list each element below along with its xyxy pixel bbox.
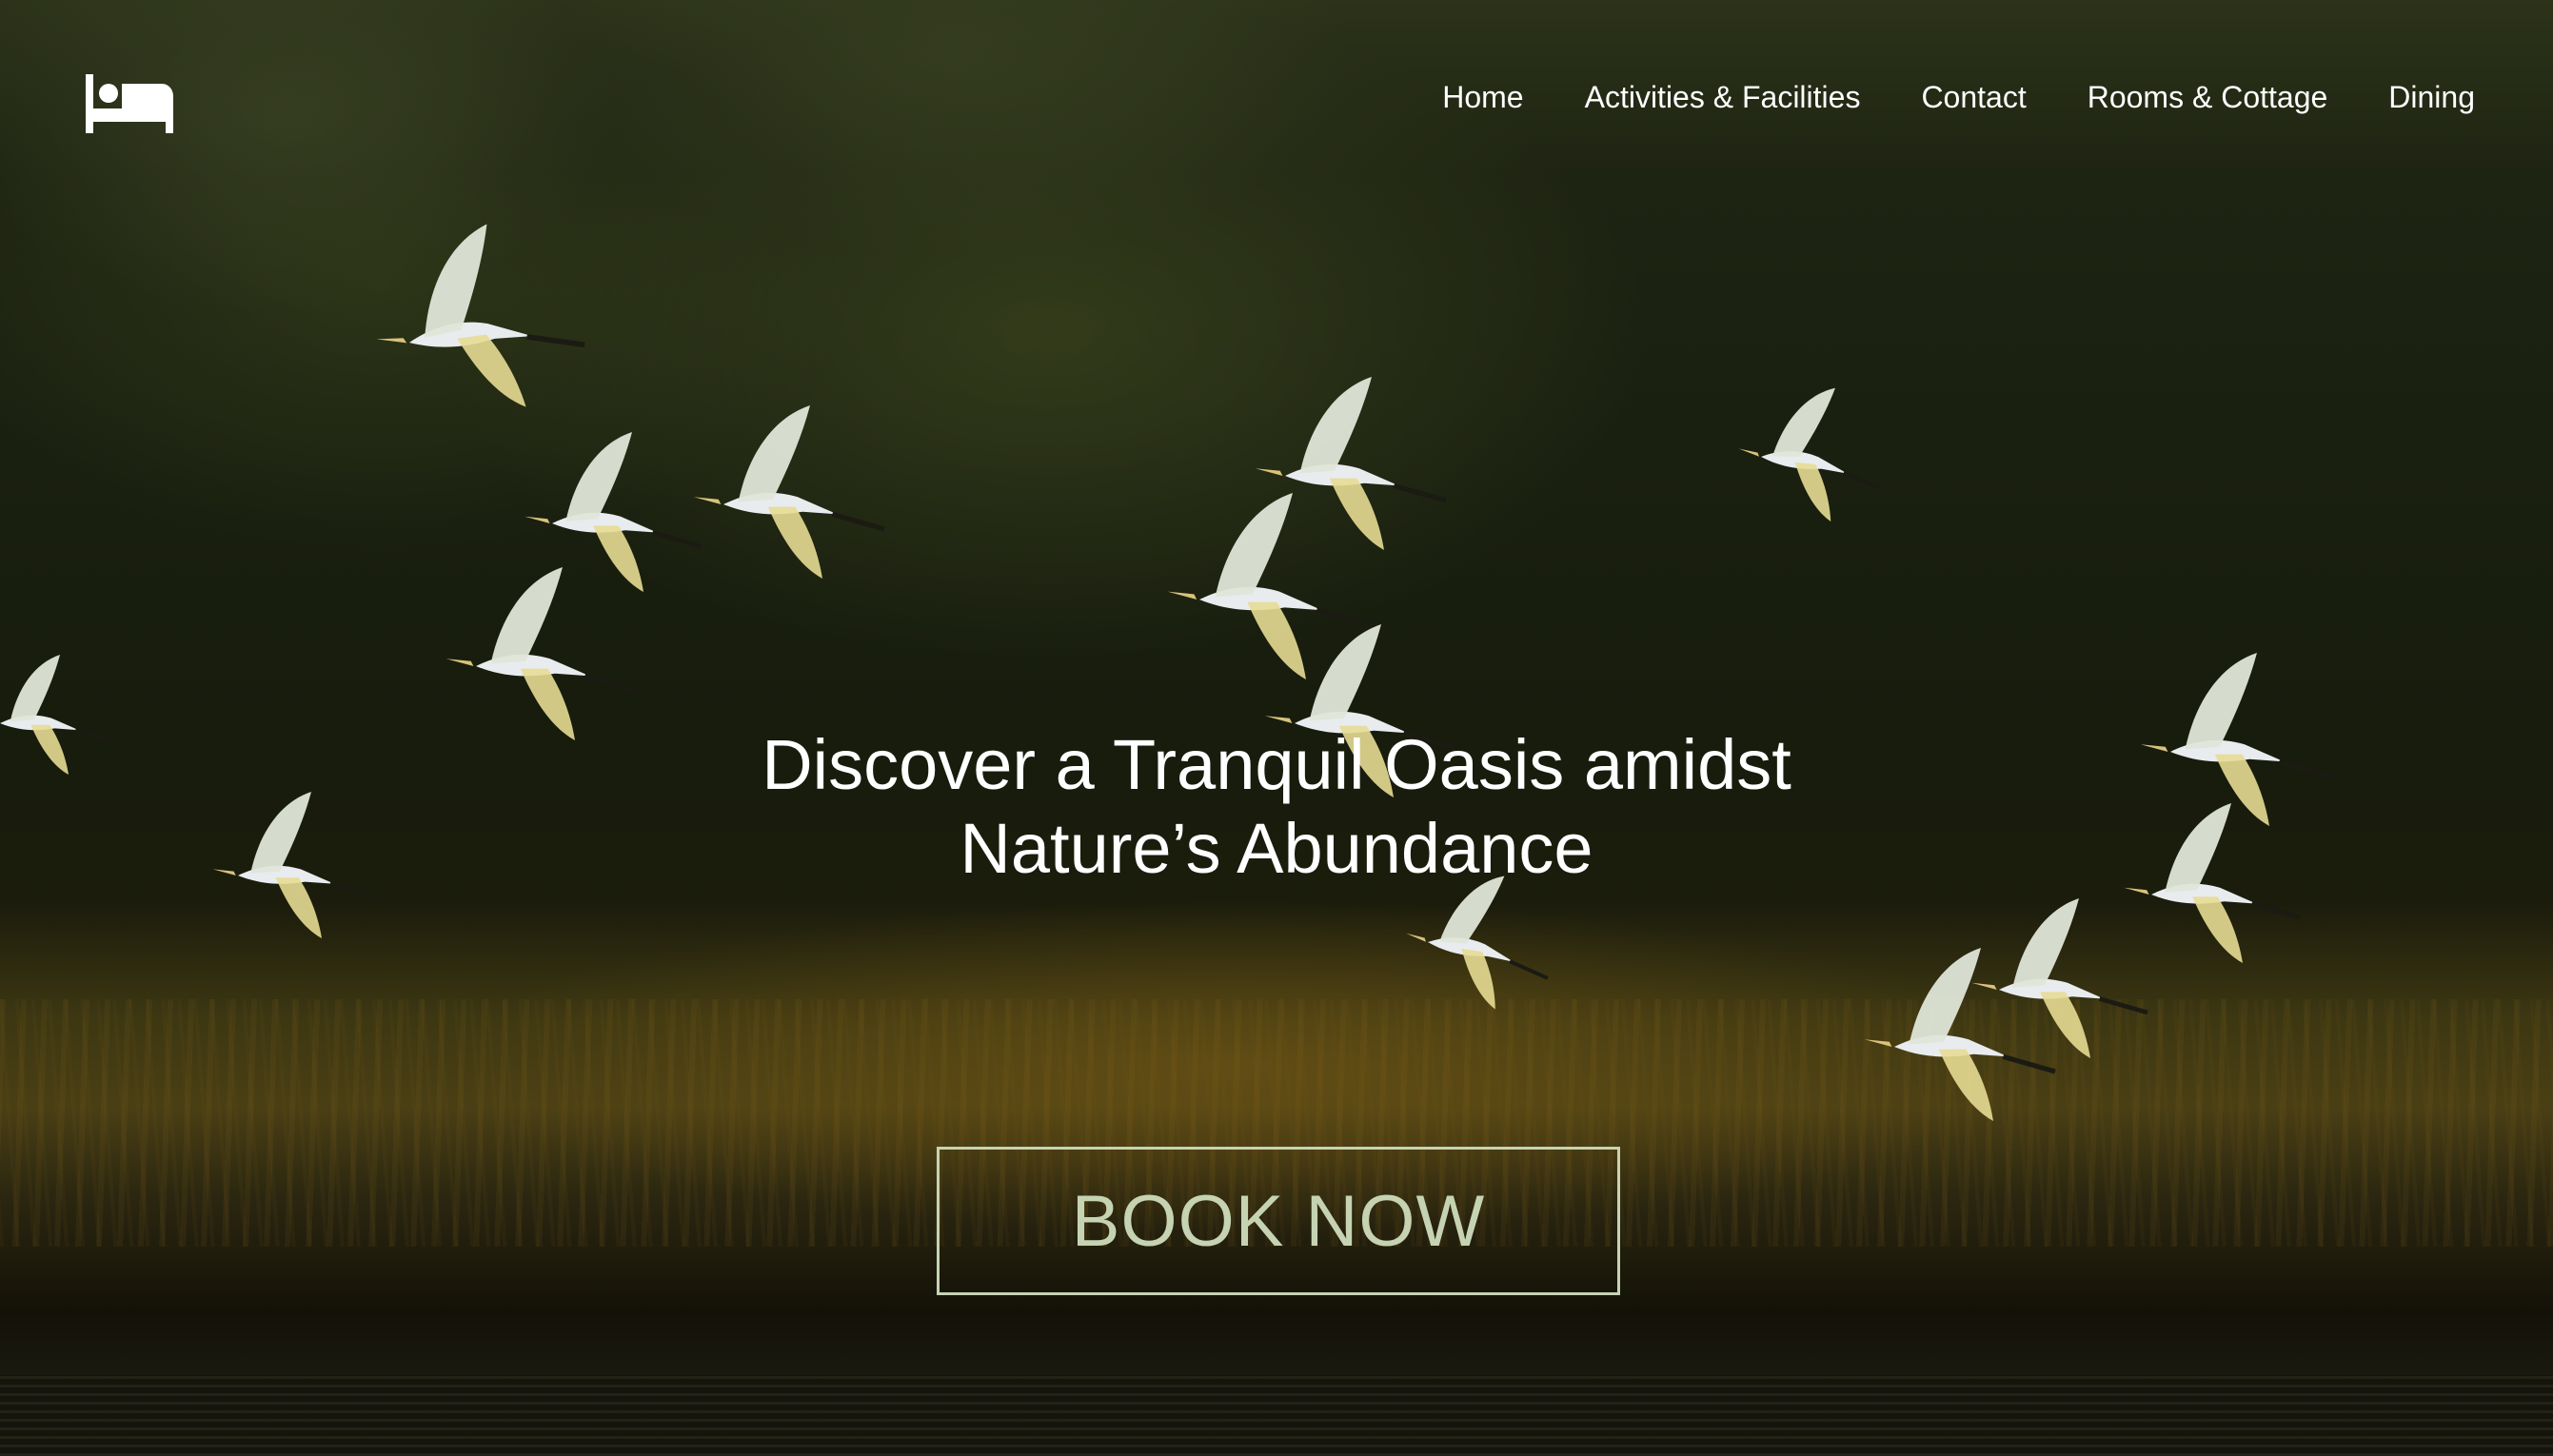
hero-headline-line-1: Discover a Tranquil Oasis amidst <box>762 725 1791 804</box>
hero-headline: Discover a Tranquil Oasis amidst Nature’… <box>0 723 2553 891</box>
nav-item-contact[interactable]: Contact <box>1921 80 2026 115</box>
nav-item-activities-facilities[interactable]: Activities & Facilities <box>1585 80 1861 115</box>
hero-headline-line-2: Nature’s Abundance <box>960 809 1593 888</box>
main-nav: Home Activities & Facilities Contact Roo… <box>1442 80 2475 115</box>
book-now-button[interactable]: BOOK NOW <box>937 1147 1620 1295</box>
hero-section: Home Activities & Facilities Contact Roo… <box>0 0 2553 1456</box>
nav-item-rooms-cottage[interactable]: Rooms & Cottage <box>2088 80 2328 115</box>
nav-item-home[interactable]: Home <box>1442 80 1523 115</box>
bed-icon[interactable] <box>86 74 173 133</box>
nav-item-dining[interactable]: Dining <box>2388 80 2475 115</box>
